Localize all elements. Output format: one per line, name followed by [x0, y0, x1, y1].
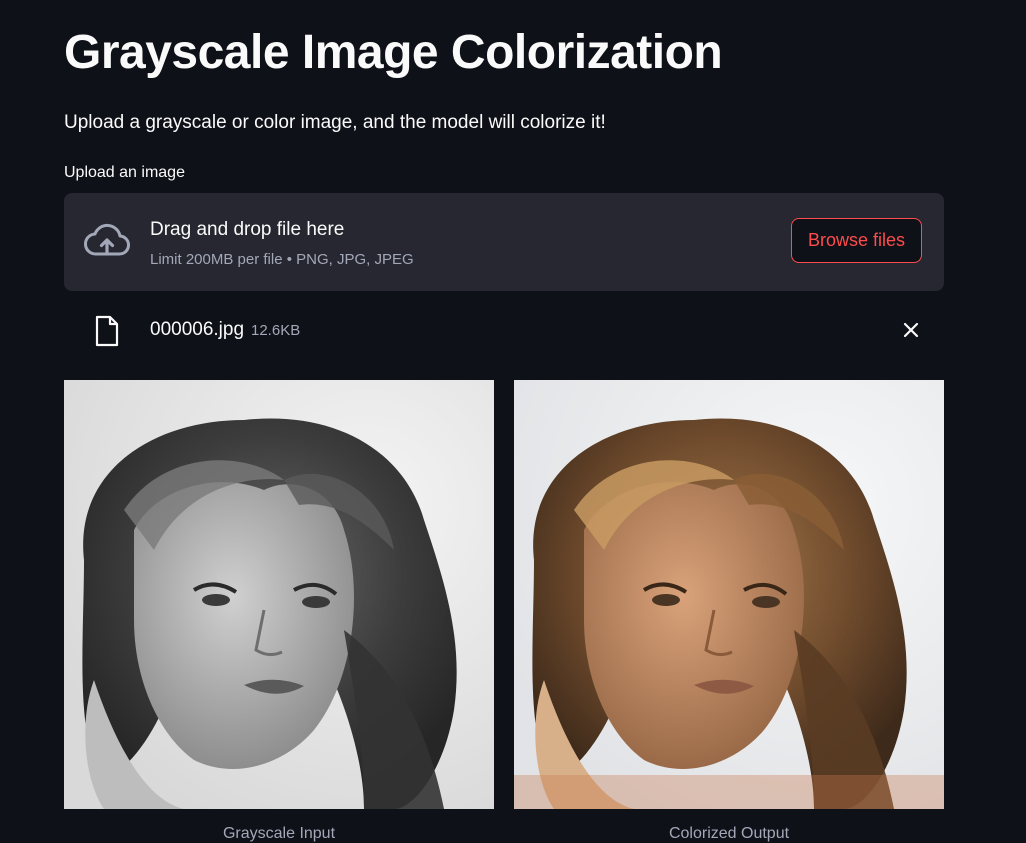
browse-files-button[interactable]: Browse files — [791, 218, 922, 263]
upload-label: Upload an image — [64, 164, 185, 181]
cloud-upload-icon — [84, 223, 130, 256]
uploaded-file-item: 000006.jpg 12.6KB — [64, 305, 944, 355]
page-title: Grayscale Image Colorization — [64, 26, 723, 79]
page-description: Upload a grayscale or color image, and t… — [64, 112, 606, 133]
dropzone-instructions: Drag and drop file here — [150, 219, 345, 240]
file-dropzone[interactable]: Drag and drop file here Limit 200MB per … — [64, 193, 944, 291]
input-image-caption: Grayscale Input — [222, 825, 336, 842]
close-icon[interactable] — [900, 319, 922, 341]
output-image-caption: Colorized Output — [668, 825, 790, 842]
file-icon — [95, 315, 119, 347]
grayscale-input-image — [64, 380, 494, 809]
file-name: 000006.jpg — [150, 319, 245, 340]
app-page: Grayscale Image Colorization Upload a gr… — [0, 0, 1026, 843]
file-size: 12.6KB — [251, 322, 301, 339]
dropzone-limits: Limit 200MB per file • PNG, JPG, JPEG — [150, 251, 414, 268]
colorized-output-image — [514, 380, 944, 809]
